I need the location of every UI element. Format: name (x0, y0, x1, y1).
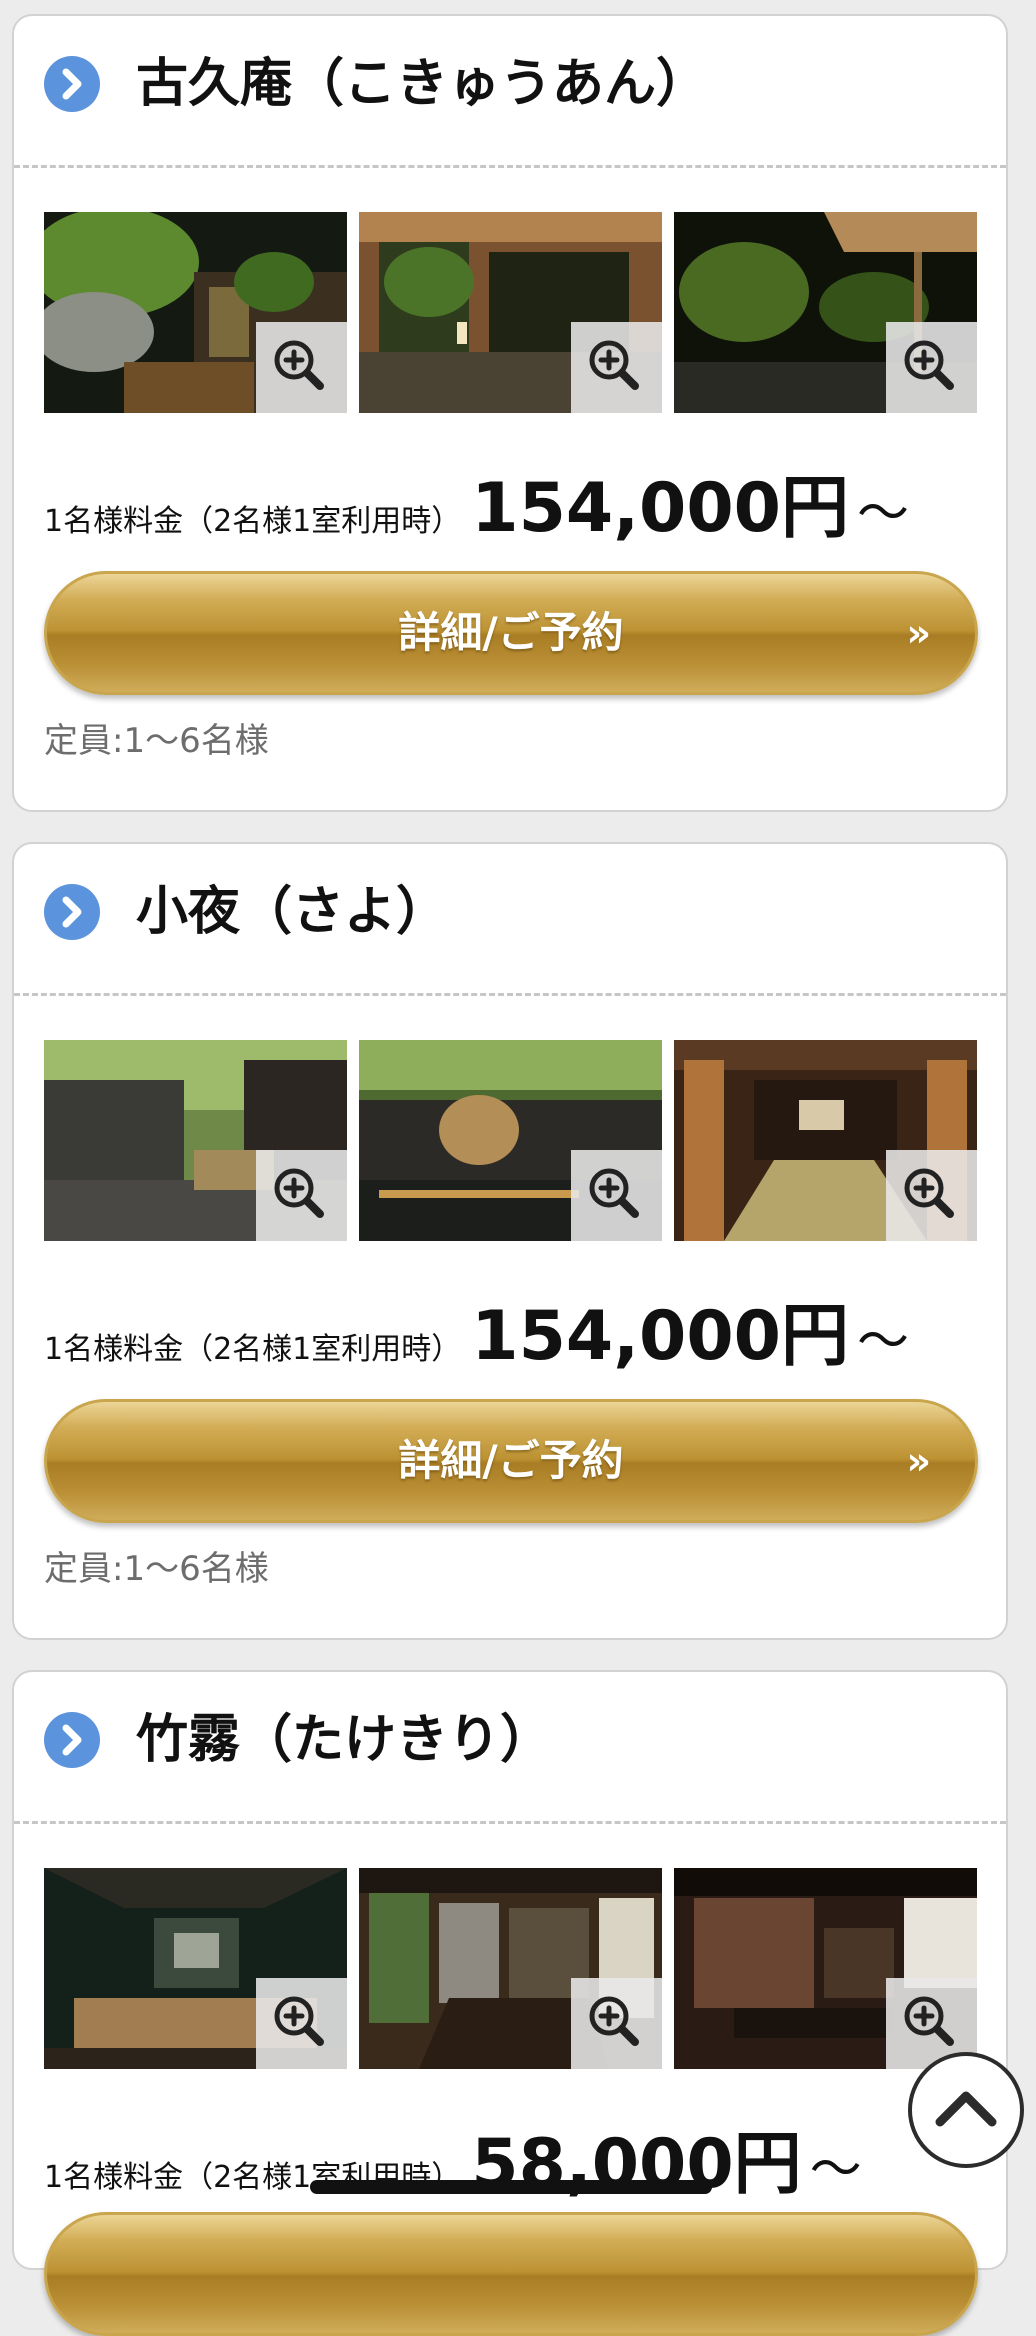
button-label: 詳細/ご予約 (398, 608, 624, 657)
room-photo[interactable] (359, 1868, 662, 2069)
room-photo[interactable] (674, 1868, 977, 2069)
room-title[interactable]: 古久庵（こきゅうあん） (136, 46, 708, 122)
room-card-kokyuan: 古久庵（こきゅうあん） 1名様料金（2名様1室利用時） 154,000円 〜 詳… (12, 14, 1008, 812)
zoom-in-icon[interactable] (256, 1150, 347, 1241)
room-photo[interactable] (44, 212, 347, 413)
capacity-text: 定員:1〜6名様 (44, 721, 269, 761)
price-line: 1名様料金（2名様1室利用時） 154,000円〜 (44, 1280, 910, 1376)
room-photo[interactable] (44, 1868, 347, 2069)
room-card-sayo: 小夜（さよ） 1名様料金（2名様1室利用時） 154,000円 〜 詳細/ご予約… (12, 842, 1008, 1640)
zoom-in-icon[interactable] (256, 322, 347, 413)
room-photo[interactable] (674, 1040, 977, 1241)
button-label: 詳細/ご予約 (398, 1436, 624, 1485)
room-photo[interactable] (359, 1040, 662, 1241)
chevron-right-icon (44, 56, 100, 112)
chevron-up-icon (935, 2091, 997, 2127)
home-indicator[interactable] (310, 2180, 712, 2194)
zoom-in-icon[interactable] (886, 322, 977, 413)
card-header: 小夜（さよ） (14, 844, 1006, 996)
chevron-right-icon (44, 1712, 100, 1768)
details-reserve-button[interactable] (44, 2212, 978, 2336)
price-label: 1名様料金（2名様1室利用時） (44, 1332, 462, 1367)
details-reserve-button[interactable]: 詳細/ご予約 » (44, 1399, 978, 1523)
price-line: 1名様料金（2名様1室利用時） 154,000円〜 (44, 452, 910, 548)
card-header: 竹霧（たけきり） (14, 1672, 1006, 1824)
scroll-to-top-button[interactable] (908, 2052, 1024, 2168)
room-photo[interactable] (674, 212, 977, 413)
price-suffix: 〜 (809, 2140, 862, 2200)
price-value: 154,000円 (471, 1297, 849, 1376)
price-value: 154,000円 (471, 469, 849, 548)
room-title[interactable]: 竹霧（たけきり） (136, 1702, 552, 1778)
photo-gallery (44, 1868, 978, 2069)
double-chevron-right-icon: » (906, 611, 931, 655)
zoom-in-icon[interactable] (571, 1978, 662, 2069)
double-chevron-right-icon: » (906, 1439, 931, 1483)
room-photo[interactable] (44, 1040, 347, 1241)
photo-gallery (44, 1040, 978, 1241)
zoom-in-icon[interactable] (886, 1150, 977, 1241)
chevron-right-icon (44, 884, 100, 940)
price-suffix: 〜 (857, 484, 910, 544)
zoom-in-icon[interactable] (571, 1150, 662, 1241)
price-suffix: 〜 (857, 1312, 910, 1372)
room-photo[interactable] (359, 212, 662, 413)
room-title[interactable]: 小夜（さよ） (136, 874, 448, 950)
zoom-in-icon[interactable] (571, 322, 662, 413)
price-label: 1名様料金（2名様1室利用時） (44, 504, 462, 539)
zoom-in-icon[interactable] (256, 1978, 347, 2069)
details-reserve-button[interactable]: 詳細/ご予約 » (44, 571, 978, 695)
photo-gallery (44, 212, 978, 413)
capacity-text: 定員:1〜6名様 (44, 1549, 269, 1589)
card-header: 古久庵（こきゅうあん） (14, 16, 1006, 168)
